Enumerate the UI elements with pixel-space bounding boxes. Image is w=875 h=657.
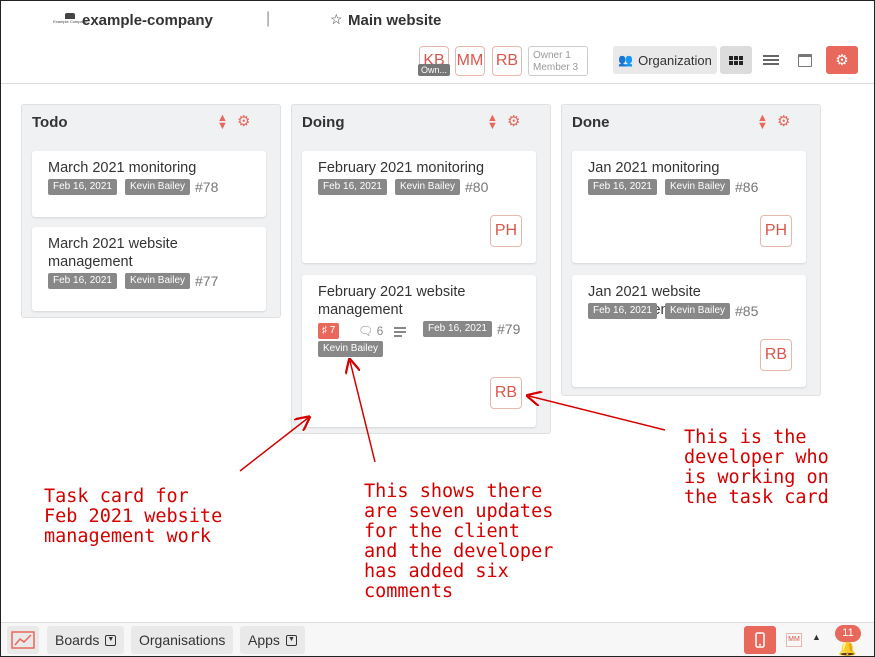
phone-icon <box>755 632 765 648</box>
activity-button[interactable] <box>7 626 39 654</box>
annotation-developer: This is the developer who is working on … <box>684 427 829 508</box>
arrow-task-card <box>239 418 308 472</box>
chart-icon <box>11 631 35 649</box>
bottom-bar: Boards ▼ Organisations Apps ▼ MM ▲ 🔔 11 <box>0 622 875 657</box>
organisations-label: Organisations <box>139 632 226 648</box>
boards-label: Boards <box>55 632 100 648</box>
user-menu-caret-icon[interactable]: ▲ <box>812 632 821 642</box>
apps-label: Apps <box>248 632 280 648</box>
notification-count-badge: 11 <box>835 625 861 642</box>
arrow-updates <box>350 361 376 463</box>
caret-down-icon: ▼ <box>285 634 297 646</box>
caret-down-icon: ▼ <box>105 634 117 646</box>
organisations-link[interactable]: Organisations <box>131 626 234 654</box>
arrow-developer <box>529 396 666 431</box>
boards-menu[interactable]: Boards ▼ <box>47 626 125 654</box>
user-avatar[interactable]: MM <box>786 633 802 647</box>
mobile-view-button[interactable] <box>744 626 776 654</box>
apps-menu[interactable]: Apps ▼ <box>240 626 305 654</box>
annotation-updates: This shows there are seven updates for t… <box>364 481 554 602</box>
annotation-task-card: Task card for Feb 2021 website managemen… <box>44 486 223 547</box>
